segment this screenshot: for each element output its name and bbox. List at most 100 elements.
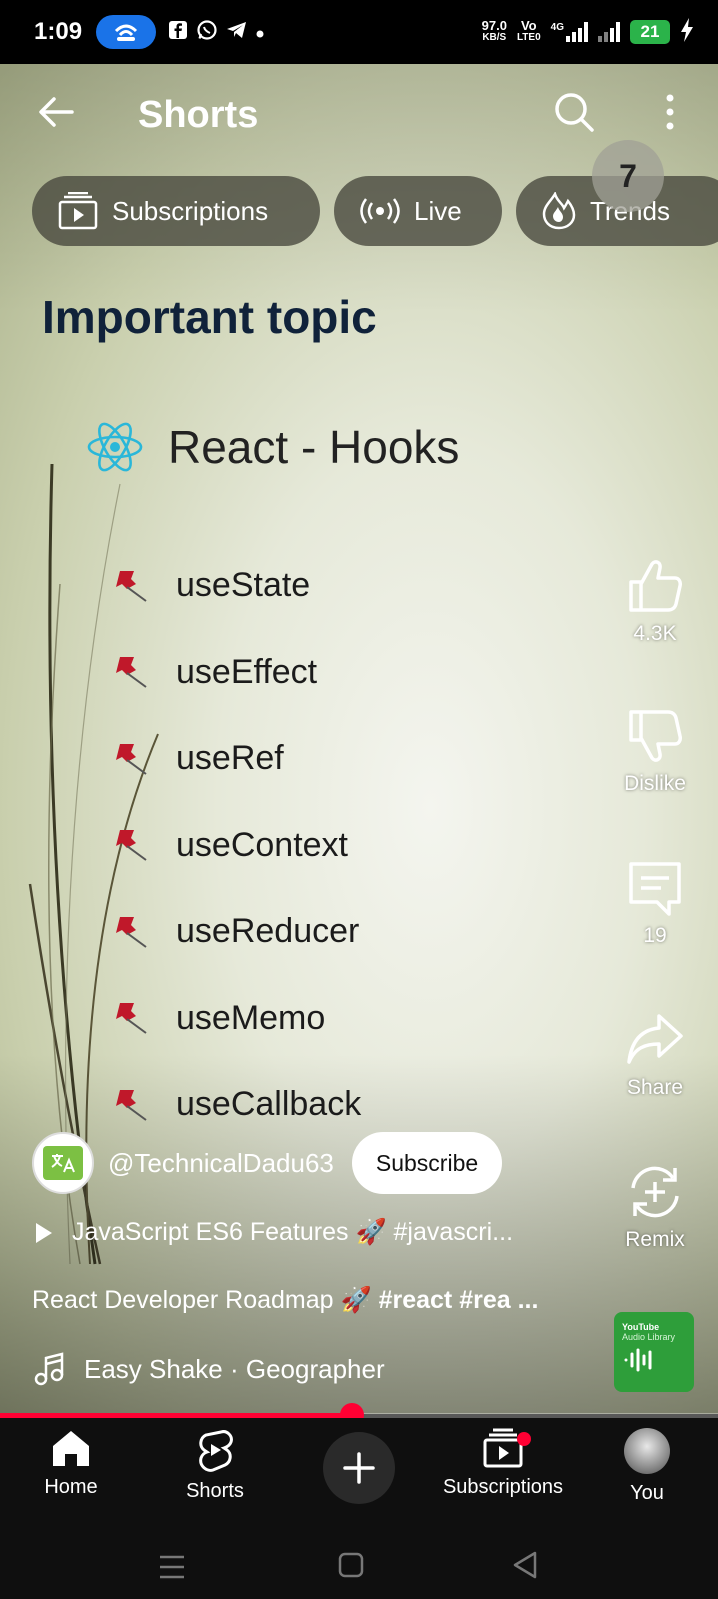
- nav-you[interactable]: You: [577, 1428, 717, 1505]
- hook-item: useReducer: [112, 912, 359, 951]
- shorts-icon: [199, 1430, 233, 1472]
- hook-item: useContext: [112, 826, 348, 865]
- signal-icon-1: 4G: [551, 22, 588, 42]
- carrier-label: Vo LTE0: [517, 18, 541, 44]
- nav-label: Shorts: [186, 1480, 244, 1502]
- thumb-subtitle: Audio Library: [622, 1332, 676, 1342]
- net-speed-value: 97.0: [481, 18, 507, 33]
- battery-icon: 21: [630, 20, 670, 44]
- thumbs-down-icon: [629, 710, 682, 762]
- home-system-icon[interactable]: [338, 1552, 364, 1583]
- comment-icon: [629, 862, 681, 916]
- channel-avatar[interactable]: [32, 1132, 94, 1194]
- react-title-row: React - Hooks: [86, 420, 459, 474]
- network-type: 4G: [550, 22, 564, 33]
- chip-live[interactable]: Live: [334, 176, 502, 246]
- system-nav-bar: [0, 1528, 718, 1599]
- hook-label: useEffect: [176, 652, 318, 691]
- pushpin-icon: [116, 657, 147, 688]
- remix-label: Remix: [625, 1228, 685, 1251]
- nav-home[interactable]: Home: [1, 1428, 141, 1499]
- pushpin-icon: [116, 743, 147, 775]
- audio-library-thumbnail[interactable]: YouTube Audio Library: [614, 1312, 694, 1392]
- status-bar: 1:09 97.0 KB/S Vo LTE0 4G 21: [0, 0, 718, 64]
- hook-item: useCallback: [112, 1085, 361, 1124]
- recent-apps-icon[interactable]: [158, 1554, 186, 1585]
- back-system-icon[interactable]: [512, 1550, 538, 1585]
- remix-button[interactable]: Remix: [600, 1162, 710, 1252]
- music-note-icon: [34, 1352, 64, 1386]
- like-count: 4.3K: [633, 622, 677, 645]
- react-logo-icon: [87, 422, 143, 472]
- net-speed: 97.0 KB/S: [481, 18, 507, 44]
- thumb-brand: YouTube: [622, 1322, 660, 1332]
- arrow-left-icon[interactable]: [34, 90, 78, 134]
- charging-icon: [680, 17, 694, 47]
- hook-label: useCallback: [176, 1085, 362, 1123]
- hook-label: useReducer: [176, 912, 360, 950]
- notification-badge: 7: [592, 140, 664, 212]
- slide-heading: Important topic: [42, 291, 377, 343]
- nav-label: Home: [44, 1476, 98, 1498]
- dislike-button[interactable]: Dislike: [600, 706, 710, 796]
- hook-item: useRef: [112, 739, 284, 778]
- playlist-row[interactable]: JavaScript ES6 Features 🚀 #javascri...: [36, 1218, 513, 1247]
- chip-label: Subscriptions: [112, 195, 269, 226]
- hook-label: useMemo: [176, 998, 326, 1037]
- share-icon: [627, 1014, 683, 1064]
- subscribe-button[interactable]: Subscribe: [351, 1132, 503, 1194]
- playlist-title: JavaScript ES6 Features 🚀 #javascri...: [72, 1218, 514, 1246]
- music-track: Easy Shake · Geographer: [84, 1353, 385, 1384]
- music-row[interactable]: Easy Shake · Geographer: [34, 1352, 385, 1386]
- pushpin-icon: [116, 830, 147, 861]
- channel-row: @TechnicalDadu63 Subscribe: [32, 1132, 592, 1194]
- chip-subscriptions[interactable]: Subscriptions: [32, 176, 320, 246]
- signal-icon-2: [598, 22, 620, 42]
- hook-item: useEffect: [112, 653, 317, 692]
- caption-text: React Developer Roadmap 🚀: [32, 1286, 379, 1314]
- nav-label: You: [630, 1482, 664, 1504]
- search-icon[interactable]: [552, 90, 596, 134]
- more-vert-icon[interactable]: [650, 90, 690, 134]
- hook-label: useState: [176, 566, 311, 604]
- pushpin-icon: [116, 1003, 147, 1034]
- nav-subscriptions[interactable]: Subscriptions: [433, 1428, 573, 1499]
- avatar: [624, 1428, 670, 1474]
- plus-icon: [343, 1452, 375, 1484]
- hook-item: useState: [112, 566, 310, 605]
- live-icon: [360, 198, 400, 224]
- comments-button[interactable]: 19: [600, 858, 710, 948]
- dot-icon: [256, 22, 264, 43]
- new-content-dot: [517, 1432, 531, 1446]
- channel-handle[interactable]: @TechnicalDadu63: [108, 1148, 334, 1179]
- facebook-icon: [168, 20, 188, 45]
- remix-icon: [631, 1166, 679, 1218]
- subscriptions-icon: [58, 192, 98, 230]
- telegram-icon: [226, 20, 248, 45]
- trends-icon: [542, 192, 576, 230]
- translate-icon: [43, 1146, 83, 1180]
- create-button[interactable]: [323, 1432, 395, 1504]
- like-button[interactable]: 4.3K: [600, 556, 710, 646]
- play-icon: [36, 1222, 52, 1243]
- pushpin-icon: [116, 916, 147, 948]
- share-button[interactable]: Share: [600, 1010, 710, 1100]
- nav-label: Subscriptions: [442, 1476, 564, 1498]
- hook-label: useRef: [176, 739, 284, 777]
- hotspot-icon: [96, 15, 157, 49]
- status-time: 1:09: [34, 18, 83, 45]
- share-label: Share: [626, 1076, 684, 1099]
- pushpin-icon: [116, 570, 147, 602]
- nav-shorts[interactable]: Shorts: [145, 1428, 285, 1503]
- dislike-label: Dislike: [624, 772, 686, 795]
- video-caption[interactable]: React Developer Roadmap 🚀 #react #rea ..…: [32, 1286, 592, 1315]
- hook-label: useContext: [176, 825, 348, 864]
- thumbs-up-icon: [629, 560, 682, 612]
- pushpin-icon: [116, 1089, 147, 1121]
- carrier-top: Vo: [520, 18, 537, 33]
- waveform-icon: [624, 1348, 652, 1372]
- home-icon: [53, 1431, 89, 1466]
- slide-title: React - Hooks: [168, 421, 460, 473]
- whatsapp-icon: [196, 19, 218, 46]
- caption-tags: #react #rea ...: [378, 1286, 539, 1314]
